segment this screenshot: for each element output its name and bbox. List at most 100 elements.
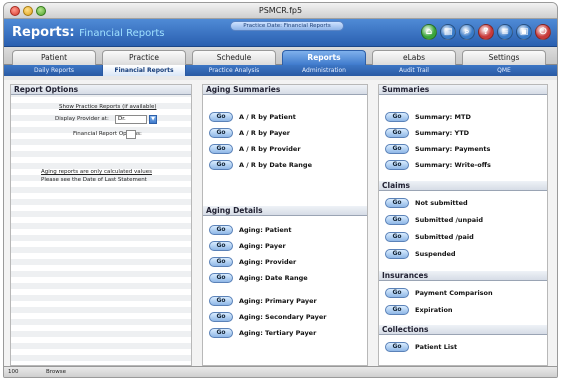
home-icon[interactable]: ⌂	[421, 24, 437, 40]
go-button[interactable]: Go	[385, 248, 409, 259]
go-button[interactable]: Go	[385, 111, 409, 122]
show-practice-reports-link[interactable]: Show Practice Reports (if available)	[59, 104, 156, 110]
report-label[interactable]: Submitted /paid	[415, 233, 474, 241]
subtab-daily-reports[interactable]: Daily Reports	[12, 65, 96, 76]
aging-summaries-row: Go A / R by Payer	[209, 127, 290, 138]
go-button[interactable]: Go	[385, 159, 409, 170]
aging-note-line1: Aging reports are only calculated values	[41, 169, 152, 175]
display-provider-label: Display Provider at:	[55, 116, 109, 122]
subtab-audit-trail[interactable]: Audit Trail	[372, 65, 456, 76]
display-provider-select[interactable]: Dr.	[115, 115, 147, 124]
report-label[interactable]: A / R by Provider	[239, 145, 301, 153]
page-subtitle: Financial Reports	[79, 28, 165, 39]
summaries-row: Go Summary: YTD	[385, 127, 469, 138]
subtab-qme[interactable]: QME	[462, 65, 546, 76]
go-button[interactable]: Go	[209, 143, 233, 154]
report-label[interactable]: Aging: Primary Payer	[239, 297, 317, 305]
report-label[interactable]: Summary: Payments	[415, 145, 490, 153]
go-button[interactable]: Go	[385, 197, 409, 208]
report-options-panel: Report Options Show Practice Reports (if…	[10, 84, 192, 366]
aging-note-line2: Please see the Date of Last Statement	[41, 177, 147, 183]
go-button[interactable]: Go	[209, 311, 233, 322]
tab-elabs[interactable]: eLabs	[372, 50, 456, 65]
window-title: PSMCR.fp5	[258, 6, 303, 15]
go-button[interactable]: Go	[209, 272, 233, 283]
insurances-row: Go Payment Comparison	[385, 287, 493, 298]
summaries-title: Summaries	[379, 85, 547, 95]
go-button[interactable]: Go	[385, 304, 409, 315]
tab-patient[interactable]: Patient	[12, 50, 96, 65]
toolbar-icons: ⌂ ▤ ⌕? ≡ ▣ ⏻	[421, 24, 551, 40]
subtab-financial-reports[interactable]: Financial Reports	[102, 65, 186, 76]
search-icon[interactable]: ⌕	[459, 24, 475, 40]
report-label[interactable]: Submitted /unpaid	[415, 216, 483, 224]
report-label[interactable]: Aging: Date Range	[239, 274, 308, 282]
logout-icon[interactable]: ⏻	[535, 24, 551, 40]
go-button[interactable]: Go	[385, 143, 409, 154]
display-provider-dropdown-icon[interactable]: ▼	[149, 115, 157, 124]
settings-icon[interactable]: ≡	[497, 24, 513, 40]
go-button[interactable]: Go	[209, 295, 233, 306]
page-title: Reports: Financial Reports	[12, 25, 165, 40]
main-tabs: Patient Practice Schedule Reports eLabs Setti…	[4, 47, 557, 65]
go-button[interactable]: Go	[209, 159, 233, 170]
collections-title: Collections	[379, 325, 547, 335]
go-button[interactable]: Go	[385, 214, 409, 225]
report-label[interactable]: Not submitted	[415, 199, 468, 207]
report-options-title: Report Options	[11, 85, 191, 95]
report-label[interactable]: Aging: Payer	[239, 242, 286, 250]
aging-summaries-title: Aging Summaries	[203, 85, 367, 95]
subtab-practice-analysis[interactable]: Practice Analysis	[192, 65, 276, 76]
go-button[interactable]: Go	[209, 111, 233, 122]
report-label[interactable]: Aging: Tertiary Payer	[239, 329, 316, 337]
subtab-administration[interactable]: Administration	[282, 65, 366, 76]
tab-settings[interactable]: Settings	[462, 50, 546, 65]
go-button[interactable]: Go	[385, 341, 409, 352]
claims-title: Claims	[379, 181, 547, 191]
report-label[interactable]: Aging: Secondary Payer	[239, 313, 326, 321]
page-title-text: Reports:	[12, 25, 75, 40]
report-label[interactable]: Patient List	[415, 343, 457, 351]
tab-reports[interactable]: Reports	[282, 50, 366, 65]
collections-row: Go Patient List	[385, 341, 457, 352]
aging-details-title: Aging Details	[203, 206, 367, 216]
aging-summaries-row: Go A / R by Date Range	[209, 159, 312, 170]
report-label[interactable]: A / R by Patient	[239, 113, 296, 121]
claims-row: Go Submitted /unpaid	[385, 214, 483, 225]
report-label[interactable]: A / R by Payer	[239, 129, 290, 137]
go-button[interactable]: Go	[209, 256, 233, 267]
tab-schedule[interactable]: Schedule	[192, 50, 276, 65]
report-label[interactable]: Payment Comparison	[415, 289, 493, 297]
sub-tabs: Daily Reports Financial Reports Practice A…	[4, 65, 557, 76]
claims-row: Go Suspended	[385, 248, 456, 259]
report-label[interactable]: Suspended	[415, 250, 456, 258]
summaries-row: Go Summary: MTD	[385, 111, 471, 122]
help-icon[interactable]: ?	[478, 24, 494, 40]
zoom-level[interactable]: 100	[8, 369, 19, 375]
aging-panel: Aging Summaries Go A / R by Patient Go A / …	[202, 84, 368, 366]
tab-practice[interactable]: Practice	[102, 50, 186, 65]
financial-report-options-select[interactable]	[126, 130, 136, 139]
report-label[interactable]: Expiration	[415, 306, 453, 314]
report-label[interactable]: Summary: Write-offs	[415, 161, 491, 169]
go-button[interactable]: Go	[385, 231, 409, 242]
report-label[interactable]: A / R by Date Range	[239, 161, 312, 169]
status-bar: 100 Browse	[4, 366, 557, 377]
summaries-row: Go Summary: Write-offs	[385, 159, 491, 170]
save-icon[interactable]: ▣	[516, 24, 532, 40]
report-label[interactable]: Summary: MTD	[415, 113, 471, 121]
report-label[interactable]: Aging: Provider	[239, 258, 296, 266]
go-button[interactable]: Go	[385, 127, 409, 138]
report-label[interactable]: Aging: Patient	[239, 226, 292, 234]
go-button[interactable]: Go	[385, 287, 409, 298]
go-button[interactable]: Go	[209, 327, 233, 338]
print-icon[interactable]: ▤	[440, 24, 456, 40]
go-button[interactable]: Go	[209, 240, 233, 251]
aging-summaries-row: Go A / R by Patient	[209, 111, 296, 122]
go-button[interactable]: Go	[209, 127, 233, 138]
mode-indicator: Browse	[46, 369, 67, 375]
summaries-panel: Summaries Go Summary: MTD Go Summary: YTD Go…	[378, 84, 548, 366]
go-button[interactable]: Go	[209, 224, 233, 235]
aging-details-row: Go Aging: Provider	[209, 256, 296, 267]
report-label[interactable]: Summary: YTD	[415, 129, 469, 137]
